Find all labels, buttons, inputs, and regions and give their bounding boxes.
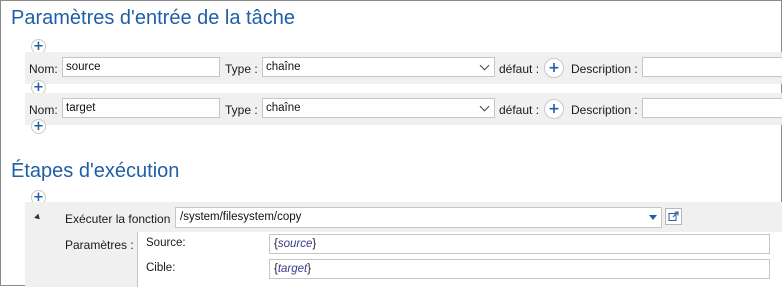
param-type-select[interactable]: chaîne xyxy=(262,98,495,118)
params-label: Paramètres : xyxy=(65,238,134,252)
param-name-label: Nom: xyxy=(29,103,58,117)
task-editor-frame: Paramètres d'entrée de la tâche + Nom: s… xyxy=(0,0,782,287)
param-name-label: Nom: xyxy=(29,62,58,76)
plus-icon: + xyxy=(33,79,44,95)
param-description-label: Description : xyxy=(571,103,638,117)
external-link-icon xyxy=(668,211,679,221)
param-description-label: Description : xyxy=(571,62,638,76)
param-source-label: Source: xyxy=(146,237,186,249)
param-target-input[interactable]: {target} xyxy=(269,259,770,279)
plus-icon: + xyxy=(33,38,44,54)
function-path: /system/filesystem/copy xyxy=(180,211,302,223)
plus-icon: + xyxy=(33,118,44,134)
param-type-value: chaîne xyxy=(266,61,301,73)
chevron-down-icon xyxy=(479,101,490,112)
param-type-label: Type : xyxy=(225,103,258,117)
dropdown-arrow-icon xyxy=(649,215,657,220)
param-target-var: target xyxy=(277,263,308,275)
param-default-label: défaut : xyxy=(499,103,540,117)
chevron-down-icon xyxy=(479,60,490,71)
function-select[interactable]: /system/filesystem/copy xyxy=(175,207,662,228)
section-title-exec-steps: Étapes d'exécution xyxy=(11,160,180,182)
param-source-var: source xyxy=(277,238,313,250)
brace-close: } xyxy=(312,238,317,250)
param-source-input[interactable]: {source} xyxy=(269,234,770,254)
param-description-input[interactable] xyxy=(642,57,782,77)
section-title-task-params: Paramètres d'entrée de la tâche xyxy=(11,7,295,29)
param-default-label: défaut : xyxy=(499,62,540,76)
add-default-button[interactable]: + xyxy=(544,99,564,119)
param-target-label: Cible: xyxy=(146,262,176,274)
add-param-button-bottom[interactable]: + xyxy=(31,119,46,134)
plus-icon: + xyxy=(548,100,560,117)
add-default-button[interactable]: + xyxy=(544,58,564,78)
param-type-label: Type : xyxy=(225,62,258,76)
brace-close: } xyxy=(307,263,312,275)
param-name-input[interactable]: source xyxy=(62,57,220,77)
param-type-select[interactable]: chaîne xyxy=(262,57,495,77)
plus-icon: + xyxy=(548,59,560,76)
step-label: Exécuter la fonction xyxy=(65,212,171,226)
param-type-value: chaîne xyxy=(266,102,301,114)
open-function-button[interactable] xyxy=(665,208,682,225)
param-description-input[interactable] xyxy=(642,98,782,118)
param-name-input[interactable]: target xyxy=(62,98,220,118)
